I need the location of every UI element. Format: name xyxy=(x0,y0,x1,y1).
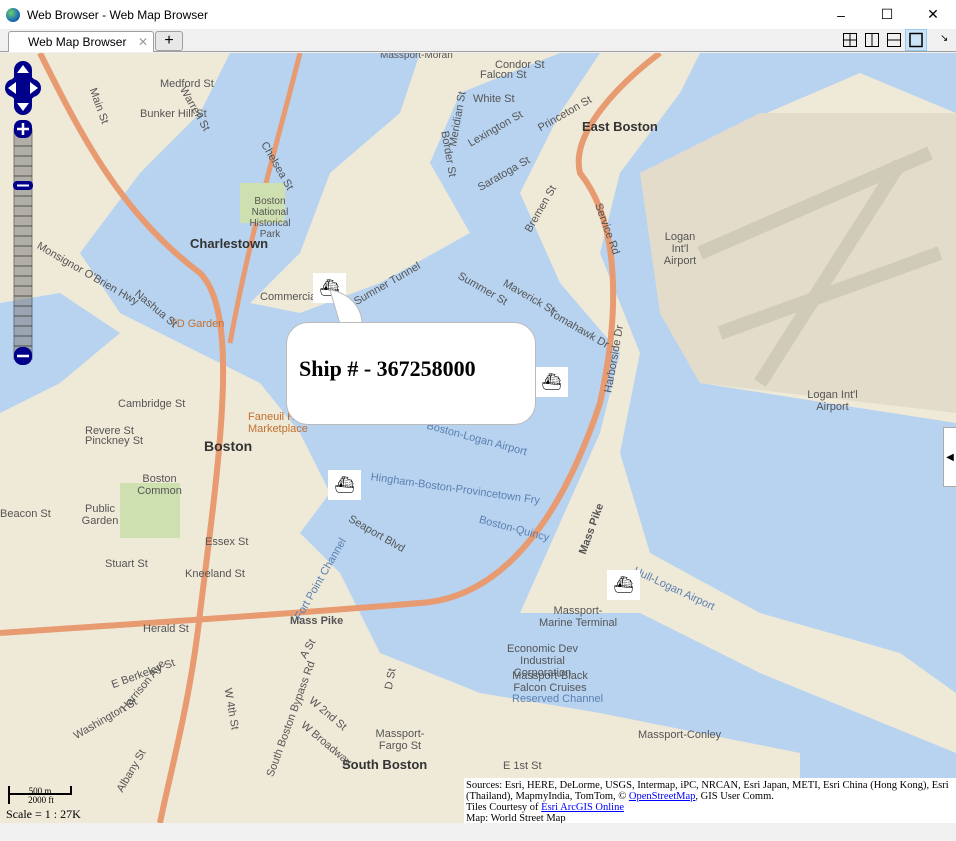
zoom-slider-handle[interactable] xyxy=(13,181,33,190)
pan-zoom-control xyxy=(5,61,41,365)
label-poi: Massport-Conley xyxy=(638,729,722,741)
label-street: Stuart St xyxy=(105,558,148,570)
zoom-in-button[interactable] xyxy=(14,120,32,138)
pan-control[interactable] xyxy=(5,61,41,115)
label-park: Boston Common xyxy=(137,473,182,497)
single-layout-icon xyxy=(909,32,923,48)
tab-close-icon[interactable]: ✕ xyxy=(138,35,148,49)
label-park: Boston National Historical Park xyxy=(249,196,291,240)
label-water: Reserved Channel xyxy=(512,693,604,705)
label-south-boston: South Boston xyxy=(342,757,428,772)
label-street: Beacon St xyxy=(0,508,51,520)
attribution-tiles: Tiles Courtesy of xyxy=(466,802,542,813)
label-street: Herald St xyxy=(143,623,189,635)
label-street: Pinckney St xyxy=(85,435,144,447)
label-poi: Massport-Marine Terminal xyxy=(538,605,618,629)
label-logan: Logan Int'l Airport xyxy=(663,231,697,267)
window-title: Web Browser - Web Map Browser xyxy=(27,7,208,22)
label-logan: Logan Int'l Airport xyxy=(807,389,858,413)
close-button[interactable]: ✕ xyxy=(910,0,956,29)
attribution-sources-end: , GIS User Comm. xyxy=(695,791,774,802)
label-street: Essex St xyxy=(205,536,249,548)
esri-arcgis-link[interactable]: Esri ArcGIS Online xyxy=(541,802,624,813)
label-street: Cambridge St xyxy=(118,398,186,410)
label-poi: Massport-Moran xyxy=(380,53,453,61)
status-bar xyxy=(0,823,956,841)
scale-metric: 500 m xyxy=(8,786,72,796)
minimize-button[interactable]: – xyxy=(818,0,864,29)
split-horizontal-icon[interactable] xyxy=(886,32,902,48)
openstreetmap-link[interactable]: OpenStreetMap xyxy=(629,791,695,802)
map-view[interactable]: Charlestown Boston East Boston South Bos… xyxy=(0,53,956,823)
split-vertical-icon[interactable] xyxy=(864,32,880,48)
ship-icon[interactable]: ⛴ xyxy=(535,367,568,397)
tab-label: Web Map Browser xyxy=(28,35,127,49)
label-street: Kneeland St xyxy=(185,568,245,580)
single-layout-button[interactable] xyxy=(905,29,927,51)
globe-icon xyxy=(6,7,20,22)
tab-bar: Web Map Browser ✕ + ↘ xyxy=(0,29,956,52)
ship-icon[interactable]: ⛴ xyxy=(328,470,361,500)
scale-imperial: 2000 ft xyxy=(8,795,72,805)
chevron-left-icon: ◀ xyxy=(946,451,954,463)
grid-layout-icon[interactable] xyxy=(842,32,858,48)
label-park: Public Garden xyxy=(81,503,119,527)
label-poi: Massport-Fargo St xyxy=(375,728,425,752)
zoom-out-button[interactable] xyxy=(14,347,32,365)
ship-popup[interactable]: Ship # - 367258000 xyxy=(286,322,536,425)
label-boston: Boston xyxy=(204,438,253,454)
pin-icon[interactable]: ↘ xyxy=(940,33,948,44)
label-poi: Massport-Black Falcon Cruises xyxy=(512,670,588,694)
label-street: Falcon St xyxy=(480,69,527,81)
maximize-button[interactable]: ☐ xyxy=(864,0,910,29)
label-east-boston: East Boston xyxy=(582,119,658,134)
side-panel-toggle[interactable]: ◀ xyxy=(943,427,956,487)
title-bar: Web Browser - Web Map Browser – ☐ ✕ xyxy=(0,0,956,29)
label-street: E 1st St xyxy=(503,760,542,772)
attribution: Sources: Esri, HERE, DeLorme, USGS, Inte… xyxy=(464,778,956,823)
label-street: White St xyxy=(473,93,515,105)
scale-ratio: Scale = 1 : 27K xyxy=(6,807,81,821)
tab-web-map-browser[interactable]: Web Map Browser ✕ xyxy=(8,31,154,52)
new-tab-button[interactable]: + xyxy=(155,31,183,51)
attribution-map: Map: World Street Map xyxy=(466,813,566,823)
popup-text: Ship # - 367258000 xyxy=(299,356,476,381)
ship-icon[interactable]: ⛴ xyxy=(607,570,640,600)
